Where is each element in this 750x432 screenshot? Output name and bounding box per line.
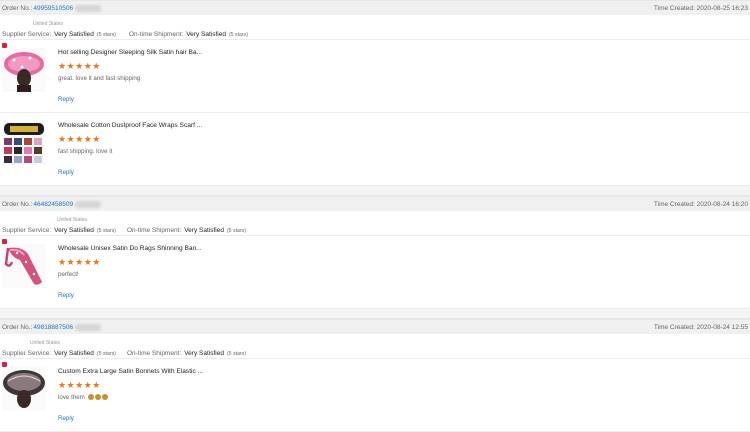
- reply-link[interactable]: Reply: [58, 169, 74, 176]
- reply-link[interactable]: Reply: [58, 96, 74, 103]
- order-separator: [0, 309, 750, 319]
- order-header: Order No.: 49818887506 Time Created: 202…: [0, 319, 750, 334]
- time-created-label: Time Created:: [653, 323, 695, 331]
- product-title[interactable]: Hot selling Designer Sleeping Silk Satin…: [58, 49, 202, 56]
- redacted-block: [75, 200, 102, 208]
- supplier-service-value: Very Satisfied: [54, 350, 94, 357]
- supplier-service-stars: (5 stars): [96, 32, 116, 38]
- supplier-service-value: Very Satisfied: [54, 31, 94, 38]
- order-header: Order No.: 46482458509 Time Created: 202…: [0, 196, 750, 211]
- order-meta: United States Supplier Service: Very Sat…: [0, 211, 750, 236]
- order-card: Order No.: 49959510506 Time Created: 202…: [0, 0, 750, 186]
- shipment-value: Very Satisfied: [184, 227, 224, 234]
- supplier-service-stars: (5 stars): [96, 351, 116, 357]
- product-title[interactable]: Wholesale Unisex Satin Do Rags Shinning …: [58, 245, 202, 252]
- time-created-value: 2020-08-25 16:23: [696, 4, 748, 12]
- redacted-block: [75, 4, 102, 12]
- time-created-label: Time Created:: [653, 4, 695, 12]
- order-scores: Supplier Service: Very Satisfied (5 star…: [2, 227, 246, 234]
- shipment-stars: (5 stars): [226, 351, 246, 357]
- product-thumbnail[interactable]: [2, 48, 46, 92]
- order-card: Order No.: 49818887506 Time Created: 202…: [0, 319, 750, 432]
- buyer-country: United States: [33, 21, 64, 27]
- review-item: Wholesale Cotton Dustproof Face Wraps Sc…: [0, 113, 750, 186]
- review-comment: great. love it and fast shipping: [58, 75, 141, 82]
- order-card: Order No.: 46482458509 Time Created: 202…: [0, 196, 750, 309]
- time-created-value: 2020-08-24 16:20: [696, 200, 748, 208]
- review-item: Wholesale Unisex Satin Do Rags Shinning …: [0, 236, 750, 309]
- order-separator: [0, 186, 750, 196]
- order-number-link[interactable]: 49818887506: [33, 324, 73, 331]
- shipment-label: On-time Shipment:: [127, 227, 182, 234]
- shipment-stars: (5 stars): [226, 228, 246, 234]
- supplier-service-label: Supplier Service:: [2, 31, 52, 38]
- supplier-service-value: Very Satisfied: [54, 227, 94, 234]
- product-title[interactable]: Wholesale Cotton Dustproof Face Wraps Sc…: [58, 122, 202, 129]
- shipment-value: Very Satisfied: [184, 350, 224, 357]
- product-title[interactable]: Custom Extra Large Satin Bonnets With El…: [58, 368, 203, 375]
- shipment-label: On-time Shipment:: [127, 350, 182, 357]
- order-meta: United States Supplier Service: Very Sat…: [0, 334, 750, 359]
- time-created-value: 2020-08-24 12:55: [696, 323, 748, 331]
- order-number-link[interactable]: 46482458509: [33, 201, 73, 208]
- order-no-label: Order No.:: [2, 200, 33, 208]
- product-thumbnail[interactable]: [2, 367, 46, 411]
- order-number-link[interactable]: 49959510506: [33, 5, 73, 12]
- order-no-label: Order No.:: [2, 4, 33, 12]
- review-comment-text: love them: [58, 394, 85, 401]
- reply-link[interactable]: Reply: [58, 292, 74, 299]
- rating-stars: ★★★★★: [58, 257, 101, 267]
- order-no-label: Order No.:: [2, 323, 33, 331]
- product-thumbnail[interactable]: [2, 121, 46, 165]
- heart-eyes-emoji-icon: [87, 394, 94, 400]
- supplier-service-label: Supplier Service:: [2, 350, 52, 357]
- review-item: Custom Extra Large Satin Bonnets With El…: [0, 359, 750, 432]
- supplier-service-label: Supplier Service:: [2, 227, 52, 234]
- shipment-value: Very Satisfied: [186, 31, 226, 38]
- heart-eyes-emoji-icon: [94, 394, 101, 400]
- review-comment: perfect!: [58, 271, 79, 278]
- redacted-block: [75, 323, 102, 331]
- supplier-service-stars: (5 stars): [96, 228, 116, 234]
- review-item: Hot selling Designer Sleeping Silk Satin…: [0, 40, 750, 113]
- buyer-country: United States: [30, 340, 61, 346]
- product-thumbnail[interactable]: [2, 244, 46, 288]
- order-meta: United States Supplier Service: Very Sat…: [0, 15, 750, 40]
- shipment-label: On-time Shipment:: [129, 31, 184, 38]
- time-created-label: Time Created:: [653, 200, 695, 208]
- heart-eyes-emoji-icon: [101, 394, 108, 400]
- order-scores: Supplier Service: Very Satisfied (5 star…: [2, 350, 246, 357]
- review-comment: love them: [58, 394, 108, 401]
- rating-stars: ★★★★★: [58, 61, 101, 71]
- review-comment: fast shipping. love it: [58, 148, 113, 155]
- rating-stars: ★★★★★: [58, 380, 101, 390]
- rating-stars: ★★★★★: [58, 134, 101, 144]
- order-header: Order No.: 49959510506 Time Created: 202…: [0, 0, 750, 15]
- order-scores: Supplier Service: Very Satisfied (5 star…: [2, 31, 248, 38]
- buyer-country: United States: [57, 217, 88, 223]
- shipment-stars: (5 stars): [228, 32, 248, 38]
